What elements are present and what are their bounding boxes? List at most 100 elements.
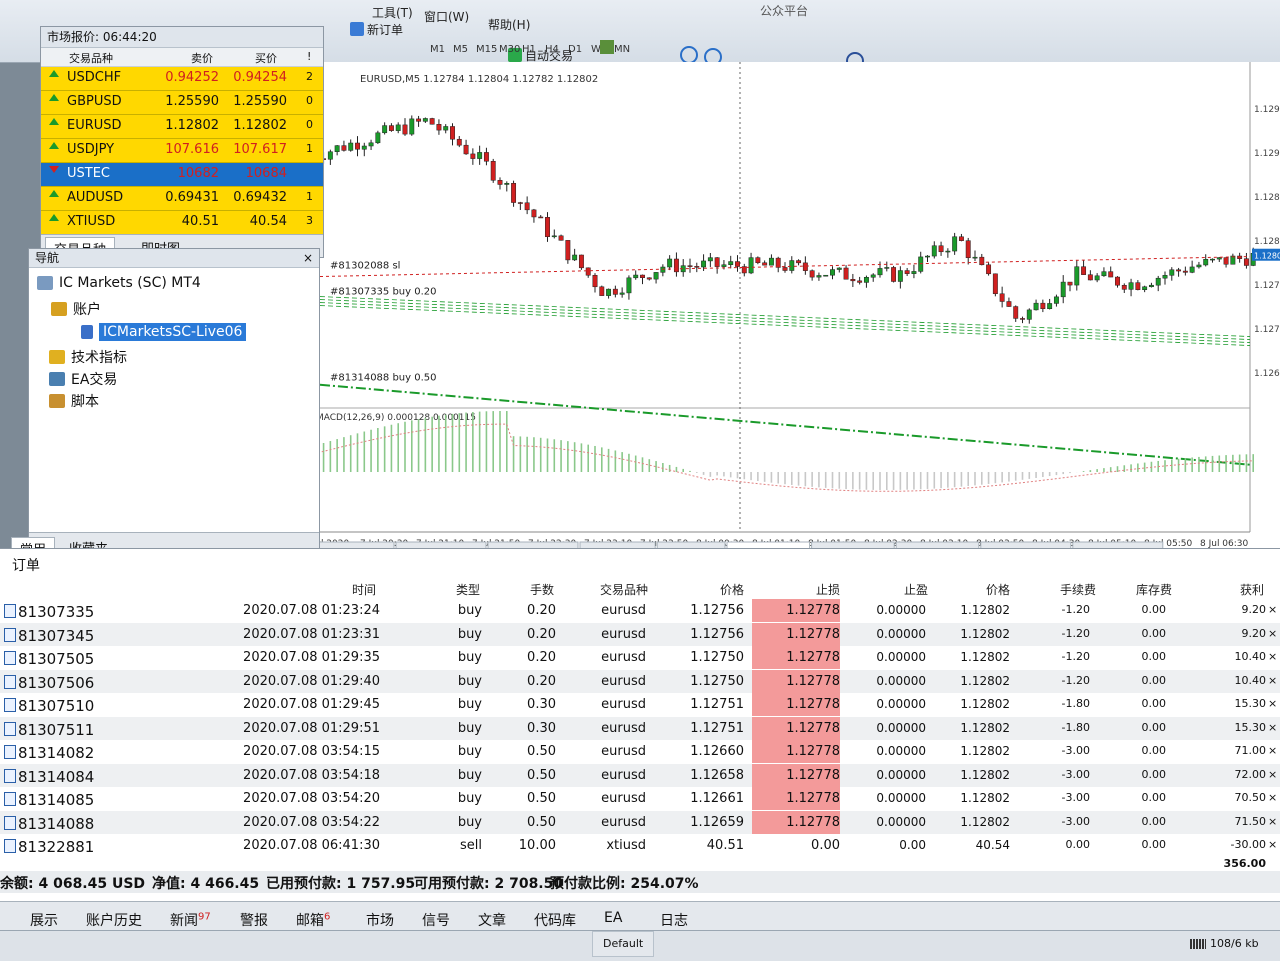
- col-profit[interactable]: 获利: [1240, 581, 1264, 598]
- col-bid[interactable]: 卖价: [191, 50, 213, 66]
- candle-body: [572, 254, 578, 261]
- close-icon[interactable]: ×: [303, 249, 313, 267]
- close-order-icon[interactable]: ×: [1268, 791, 1277, 804]
- candle-body: [1026, 309, 1032, 320]
- col-swap[interactable]: 库存费: [1136, 581, 1172, 598]
- timeframe-m15[interactable]: M15: [476, 44, 497, 55]
- terminal-tab[interactable]: 信号: [422, 910, 450, 930]
- market-row-ustec[interactable]: USTEC 10682 10684: [41, 163, 323, 187]
- col-symbol[interactable]: 交易品种: [69, 50, 113, 66]
- order-row[interactable]: 81314085 2020.07.08 03:54:20 buy 0.50 eurusd…: [0, 787, 1280, 810]
- col-open-price[interactable]: 价格: [720, 581, 744, 598]
- market-row-usdjpy[interactable]: USDJPY 107.616 107.617 1: [41, 139, 323, 163]
- col-symbol[interactable]: 交易品种: [600, 581, 648, 598]
- close-order-icon[interactable]: ×: [1268, 697, 1277, 710]
- order-row[interactable]: 81307510 2020.07.08 01:29:45 buy 0.30 eurusd…: [0, 693, 1280, 716]
- candle-body: [402, 124, 408, 135]
- nav-expert-advisors[interactable]: EA交易: [49, 369, 117, 389]
- terminal-tab[interactable]: 日志: [660, 910, 688, 930]
- candle-body: [517, 202, 523, 204]
- col-commission[interactable]: 手续费: [1060, 581, 1096, 598]
- timeframe-d1[interactable]: D1: [568, 44, 582, 55]
- order-row[interactable]: 81307511 2020.07.08 01:29:51 buy 0.30 eurusd…: [0, 716, 1280, 740]
- order-row[interactable]: 81307505 2020.07.08 01:29:35 buy 0.20 eurusd…: [0, 646, 1280, 669]
- nav-broker[interactable]: IC Markets (SC) MT4: [37, 275, 201, 291]
- timeframe-mn[interactable]: MN: [614, 44, 630, 55]
- terminal-tab[interactable]: 文章: [478, 910, 506, 930]
- order-take-profit: 0.00000: [876, 744, 926, 758]
- col-current-price[interactable]: 价格: [986, 581, 1010, 598]
- order-row[interactable]: 81322881 2020.07.08 06:41:30 sell 10.00 xtiu…: [0, 834, 1280, 857]
- close-order-icon[interactable]: ×: [1268, 650, 1277, 663]
- order-current-price: 1.12802: [960, 814, 1010, 829]
- menu-window[interactable]: 窗口(W): [424, 8, 469, 25]
- terminal-tab[interactable]: 新闻97: [170, 910, 211, 930]
- candle-body: [1189, 266, 1195, 273]
- timeframe-m1[interactable]: M1: [430, 44, 445, 55]
- scripts-icon: [49, 394, 65, 408]
- terminal-tab[interactable]: 市场: [366, 910, 394, 930]
- terminal-tab[interactable]: 账户历史: [86, 910, 142, 930]
- nav-scripts[interactable]: 脚本: [49, 391, 99, 411]
- order-ticket: 81307335: [18, 603, 95, 621]
- timeframe-h4[interactable]: H4: [545, 44, 559, 55]
- timeframe-m30[interactable]: M30: [499, 44, 520, 55]
- terminal-tab[interactable]: 警报: [240, 910, 268, 930]
- close-order-icon[interactable]: ×: [1268, 721, 1277, 734]
- col-size[interactable]: 手数: [530, 581, 554, 598]
- col-spread[interactable]: !: [307, 50, 311, 63]
- market-bid: 10682: [177, 166, 219, 181]
- order-swap: 0.00: [1141, 603, 1167, 616]
- timeframe-h1[interactable]: H1: [522, 44, 536, 55]
- col-time[interactable]: 时间: [352, 581, 376, 598]
- order-price: 1.12751: [690, 697, 744, 712]
- col-ask[interactable]: 买价: [255, 50, 277, 66]
- order-row[interactable]: 81307506 2020.07.08 01:29:40 buy 0.20 eurusd…: [0, 669, 1280, 693]
- terminal-tab[interactable]: EA: [604, 910, 622, 926]
- candle-body: [863, 277, 869, 283]
- order-row[interactable]: 81307345 2020.07.08 01:23:31 buy 0.20 eurusd…: [0, 622, 1280, 646]
- terminal-tab[interactable]: 邮箱6: [296, 910, 330, 930]
- new-order-button[interactable]: 新订单: [346, 18, 407, 40]
- market-row-audusd[interactable]: AUDUSD 0.69431 0.69432 1: [41, 187, 323, 211]
- order-swap: 0.00: [1141, 814, 1167, 828]
- order-row[interactable]: 81314084 2020.07.08 03:54:18 buy 0.50 eurusd…: [0, 763, 1280, 787]
- candle-body: [490, 161, 496, 181]
- order-size: 0.50: [527, 814, 556, 830]
- market-row-eurusd[interactable]: EURUSD 1.12802 1.12802 0: [41, 115, 323, 139]
- close-order-icon[interactable]: ×: [1268, 744, 1277, 757]
- crosshair-icon[interactable]: [600, 40, 614, 54]
- close-order-icon[interactable]: ×: [1268, 627, 1277, 640]
- order-row[interactable]: 81307335 2020.07.08 01:23:24 buy 0.20 eurusd…: [0, 599, 1280, 622]
- candle-body: [592, 274, 598, 288]
- order-row[interactable]: 81314088 2020.07.08 03:54:22 buy 0.50 eurusd…: [0, 810, 1280, 834]
- order-time: 2020.07.08 01:29:35: [243, 650, 380, 665]
- order-price: 1.12750: [690, 650, 744, 665]
- order-current-price: 1.12802: [960, 603, 1010, 617]
- profile-name[interactable]: Default: [592, 931, 655, 957]
- col-take-profit[interactable]: 止盈: [904, 581, 928, 598]
- col-stop-loss[interactable]: 止损: [816, 581, 840, 598]
- nav-accounts[interactable]: 账户: [51, 299, 101, 319]
- nav-account-live[interactable]: ICMarketsSC-Live06: [81, 323, 247, 341]
- order-type: buy: [457, 673, 482, 689]
- order-row[interactable]: 81314082 2020.07.08 03:54:15 buy 0.50 eurusd…: [0, 740, 1280, 763]
- price-chart[interactable]: EURUSD,M5 1.12784 1.12804 1.12782 1.1280…: [299, 62, 1280, 574]
- close-order-icon[interactable]: ×: [1268, 674, 1277, 687]
- close-order-icon[interactable]: ×: [1268, 603, 1277, 616]
- terminal-tab[interactable]: 代码库: [534, 910, 576, 930]
- close-order-icon[interactable]: ×: [1268, 815, 1277, 828]
- col-type[interactable]: 类型: [456, 581, 480, 598]
- market-row-xtiusd[interactable]: XTIUSD 40.51 40.54 3: [41, 211, 323, 235]
- nav-indicators[interactable]: 技术指标: [49, 347, 127, 367]
- market-row-usdchf[interactable]: USDCHF 0.94252 0.94254 2: [41, 67, 323, 91]
- market-row-gbpusd[interactable]: GBPUSD 1.25590 1.25590 0: [41, 91, 323, 115]
- close-order-icon[interactable]: ×: [1268, 768, 1277, 781]
- menu-help[interactable]: 帮助(H): [488, 16, 530, 33]
- timeframe-m5[interactable]: M5: [453, 44, 468, 55]
- terminal-tab[interactable]: 展示: [30, 910, 58, 930]
- order-icon: [4, 604, 16, 618]
- chart-window[interactable]: EURUSD,M5 1.12784 1.12804 1.12782 1.1280…: [299, 62, 1280, 574]
- close-order-icon[interactable]: ×: [1268, 838, 1277, 851]
- traffic-text: 108/6 kb: [1210, 937, 1259, 950]
